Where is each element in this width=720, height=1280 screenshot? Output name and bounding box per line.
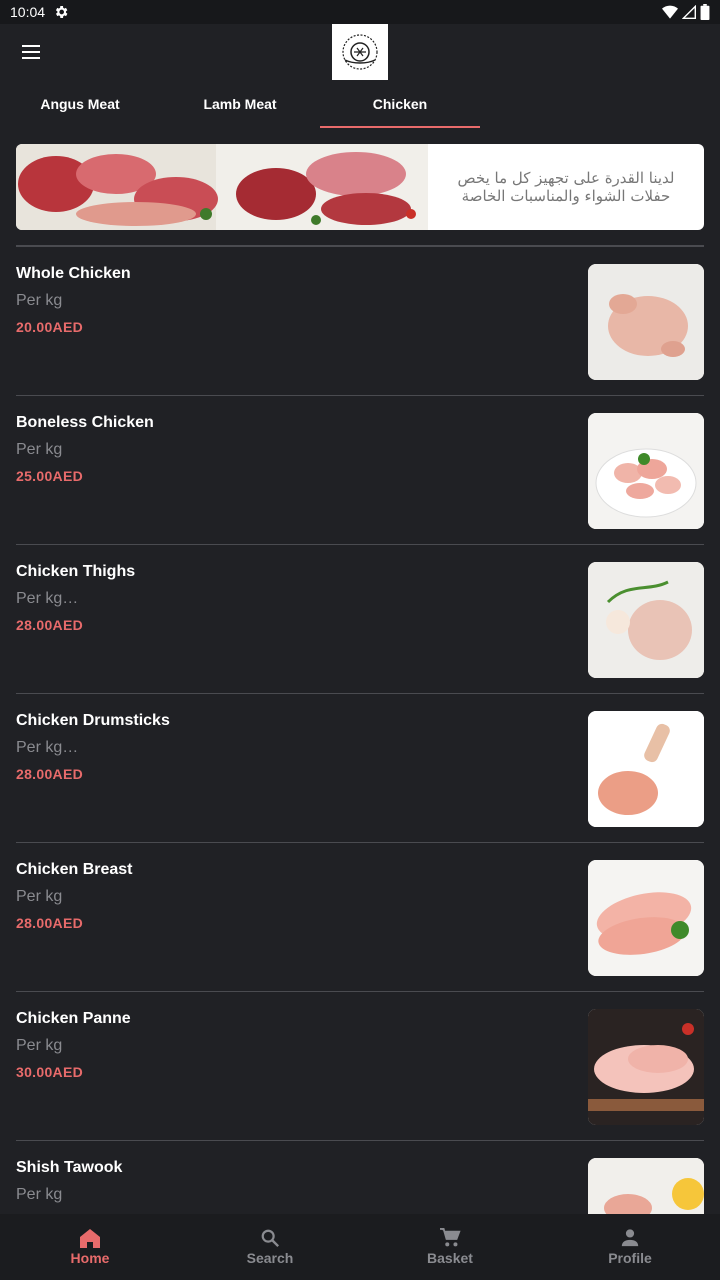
product-unit: Per kg: [16, 441, 63, 458]
nav-basket[interactable]: Basket: [360, 1214, 540, 1280]
product-price: 30.00AED: [16, 1064, 83, 1080]
product-image: [588, 413, 704, 529]
list-item[interactable]: Whole Chicken Per kg 20.00AED: [16, 247, 704, 396]
product-unit: Per kg: [16, 1186, 63, 1203]
list-item[interactable]: Chicken Breast Per kg 28.00AED: [16, 843, 704, 992]
product-name: Boneless Chicken: [16, 414, 154, 431]
product-image: [588, 562, 704, 678]
banner-text: لدينا القدرة على تجهيز كل ما يخص حفلات ا…: [457, 169, 675, 205]
product-list: Whole Chicken Per kg 20.00AED Boneless C…: [0, 247, 720, 1214]
nav-home-label: Home: [70, 1250, 110, 1266]
list-item[interactable]: Chicken Panne Per kg 30.00AED: [16, 992, 704, 1141]
category-tabs: Angus Meat Lamb Meat Chicken: [0, 80, 720, 128]
bottom-navigation: Home Search Basket Profile: [0, 1214, 720, 1280]
meat-banner-image: [16, 144, 428, 230]
tab-lamb-meat[interactable]: Lamb Meat: [160, 80, 320, 128]
app-bar: [0, 24, 720, 80]
product-name: Chicken Drumsticks: [16, 712, 170, 729]
product-unit: Per kg: [16, 1037, 63, 1054]
product-name: Chicken Thighs: [16, 563, 136, 580]
product-unit: Per kg: [16, 292, 63, 309]
battery-icon: [700, 4, 710, 20]
store-logo: [332, 24, 388, 80]
status-icons: [662, 4, 710, 20]
settings-icon: [55, 6, 68, 18]
nav-profile-label: Profile: [608, 1250, 652, 1266]
product-price: 25.00AED: [16, 468, 83, 484]
signal-icon: [682, 5, 696, 19]
nav-profile[interactable]: Profile: [540, 1214, 720, 1280]
promo-banner[interactable]: لدينا القدرة على تجهيز كل ما يخص حفلات ا…: [16, 144, 704, 230]
status-bar: 10:04: [0, 0, 720, 24]
list-item[interactable]: Shish Tawook Per kg: [16, 1141, 704, 1214]
nav-search[interactable]: Search: [180, 1214, 360, 1280]
product-name: Chicken Panne: [16, 1010, 131, 1027]
product-content: لدينا القدرة على تجهيز كل ما يخص حفلات ا…: [0, 128, 720, 1214]
search-icon: [261, 1229, 280, 1248]
list-item[interactable]: Chicken Drumsticks Per kg… 28.00AED: [16, 694, 704, 843]
tab-angus-meat[interactable]: Angus Meat: [0, 80, 160, 128]
tab-chicken[interactable]: Chicken: [320, 80, 480, 128]
product-image: [588, 264, 704, 380]
status-time: 10:04: [10, 4, 46, 20]
product-name: Shish Tawook: [16, 1159, 123, 1176]
home-icon: [80, 1229, 100, 1248]
wifi-icon: [662, 5, 678, 19]
product-price: 28.00AED: [16, 617, 83, 633]
product-price: 20.00AED: [16, 319, 83, 335]
cart-icon: [440, 1228, 461, 1247]
person-icon: [621, 1229, 639, 1247]
hamburger-menu-icon[interactable]: [14, 38, 50, 66]
nav-basket-label: Basket: [427, 1250, 473, 1266]
nav-search-label: Search: [246, 1250, 294, 1266]
product-image: [588, 1158, 704, 1214]
product-image: [588, 1009, 704, 1125]
product-unit: Per kg…: [16, 739, 79, 756]
nav-home[interactable]: Home: [0, 1214, 180, 1280]
list-item[interactable]: Chicken Thighs Per kg… 28.00AED: [16, 545, 704, 694]
product-unit: Per kg: [16, 888, 63, 905]
product-image: [588, 711, 704, 827]
product-price: 28.00AED: [16, 915, 83, 931]
product-name: Whole Chicken: [16, 265, 131, 282]
product-price: 28.00AED: [16, 766, 83, 782]
list-item[interactable]: Boneless Chicken Per kg 25.00AED: [16, 396, 704, 545]
product-name: Chicken Breast: [16, 861, 133, 878]
product-unit: Per kg…: [16, 590, 79, 607]
product-image: [588, 860, 704, 976]
